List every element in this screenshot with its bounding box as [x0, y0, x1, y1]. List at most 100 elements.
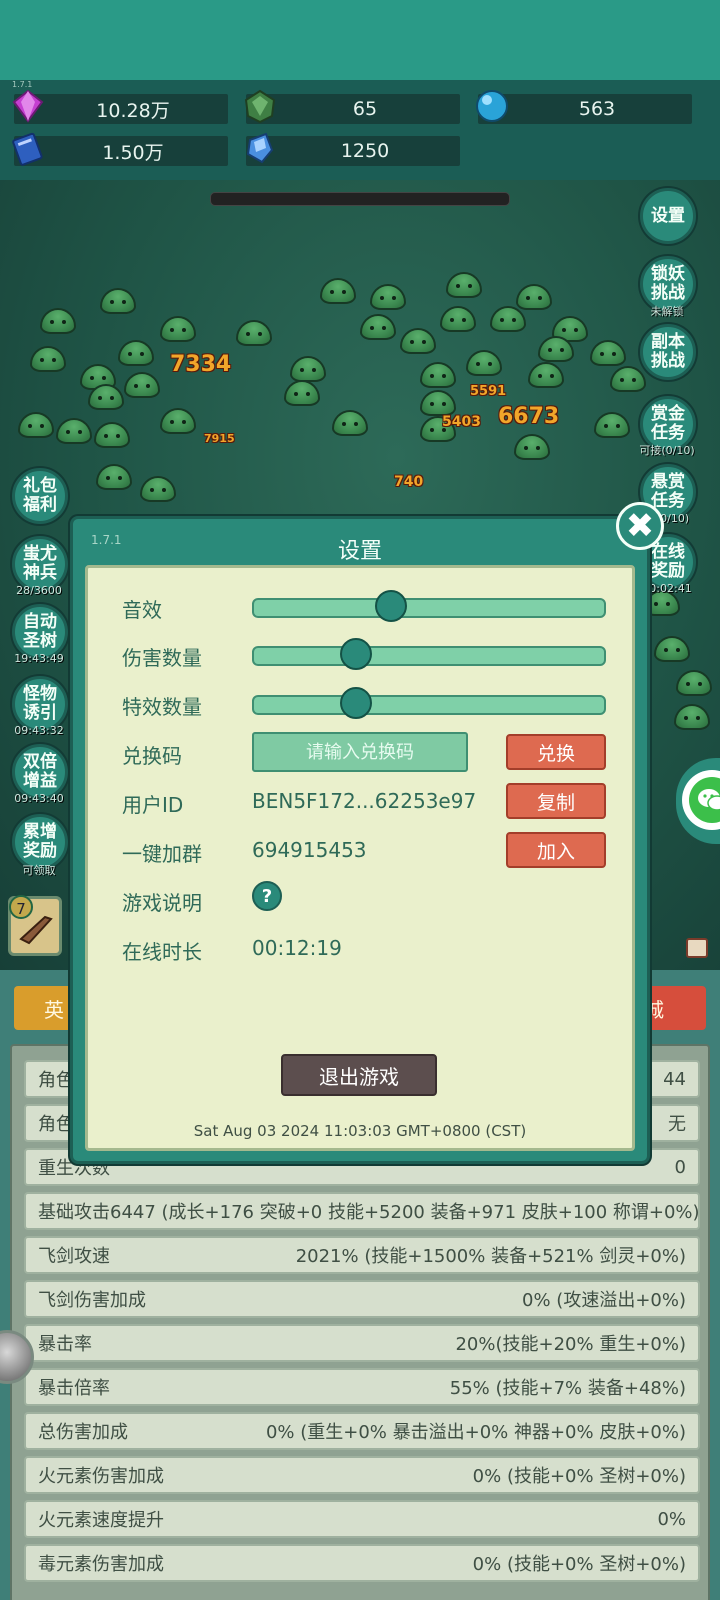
- slime-enemy: [446, 272, 482, 298]
- stat-label: 角色: [38, 1114, 74, 1135]
- slime-enemy: [160, 408, 196, 434]
- effects-count-slider-knob[interactable]: [339, 687, 372, 719]
- online-time-value: 00:12:19: [252, 936, 342, 960]
- slime-enemy: [160, 316, 196, 342]
- orb-icon: [476, 90, 508, 122]
- dungeon-challenge-button[interactable]: 副本 挑战: [640, 324, 696, 380]
- resource-panel: 1.7.1 10.28万 65 563 1.50万 1250: [0, 80, 720, 180]
- stat-row: 火元素伤害加成 0% (技能+0% 圣树+0%): [24, 1456, 700, 1494]
- chiyou-weapon-caption: 28/3600: [16, 584, 62, 597]
- slime-enemy: [56, 418, 92, 444]
- online-time-label: 在线时长: [122, 940, 202, 964]
- slime-enemy: [284, 380, 320, 406]
- slime-enemy: [590, 340, 626, 366]
- slime-enemy: [654, 636, 690, 662]
- damage-number: 7915: [204, 432, 235, 445]
- redeem-code-label: 兑换码: [122, 744, 182, 768]
- stat-label: 暴击率: [38, 1334, 92, 1355]
- damage-number: 5591: [470, 384, 507, 399]
- resource-crystal: 1250: [246, 132, 460, 166]
- timestamp-label: Sat Aug 03 2024 11:03:03 GMT+0800 (CST): [193, 1122, 527, 1140]
- join-button[interactable]: 加入: [506, 832, 606, 868]
- stat-row: 飞剑攻速 2021% (技能+1500% 装备+521% 剑灵+0%): [24, 1236, 700, 1274]
- damage-number: 5403: [442, 414, 481, 430]
- slime-enemy: [236, 320, 272, 346]
- slime-enemy: [400, 328, 436, 354]
- settings-dialog: 1.7.1 设置 音效 伤害数量 特效数量 兑换码 兑换 用户ID BEN5F1…: [70, 516, 650, 1164]
- lock-demon-caption: 未解锁: [650, 305, 684, 318]
- item-slot[interactable]: 7: [8, 895, 62, 956]
- slime-enemy: [118, 340, 154, 366]
- tab-hero[interactable]: 英: [14, 986, 78, 1030]
- double-buff-caption: 09:43:40: [14, 792, 64, 805]
- stat-value: 2021% (技能+1500% 装备+521% 剑灵+0%): [295, 1246, 686, 1267]
- stat-label: 飞剑攻速: [38, 1246, 110, 1267]
- slime-enemy: [96, 464, 132, 490]
- stone-icon: [244, 89, 276, 124]
- slime-enemy: [514, 434, 550, 460]
- slime-enemy: [290, 356, 326, 382]
- effects-count-slider[interactable]: [252, 687, 606, 719]
- stat-value: 无: [668, 1114, 686, 1135]
- monster-lure-caption: 09:43:32: [14, 724, 64, 737]
- stat-label: 毒元素伤害加成: [38, 1554, 164, 1575]
- join-group-label: 一键加群: [122, 842, 202, 866]
- resource-stone-value: 65: [352, 98, 378, 120]
- boss-progress-bar: [210, 192, 510, 206]
- sound-label: 音效: [122, 598, 162, 622]
- slime-enemy: [420, 390, 456, 416]
- damage-count-label: 伤害数量: [122, 646, 202, 670]
- slime-enemy: [440, 306, 476, 332]
- bounty-task-caption: 可接(0/10): [639, 444, 695, 457]
- damage-count-slider-knob[interactable]: [339, 638, 372, 670]
- wechat-circle: [682, 770, 720, 830]
- sound-slider-knob[interactable]: [374, 590, 407, 622]
- gift-pack-button[interactable]: 礼包 福利: [12, 468, 68, 524]
- stat-row: 基础攻击6447 (成长+176 突破+0 技能+5200 装备+971 皮肤+…: [24, 1192, 700, 1230]
- stat-label: 飞剑伤害加成: [38, 1290, 146, 1311]
- auto-tree-caption: 19:43:49: [14, 652, 64, 665]
- slime-enemy: [332, 410, 368, 436]
- stat-label: 火元素速度提升: [38, 1510, 164, 1531]
- slime-enemy: [674, 704, 710, 730]
- stat-row: 暴击倍率 55% (技能+7% 装备+48%): [24, 1368, 700, 1406]
- copy-button[interactable]: 复制: [506, 783, 606, 819]
- stat-value: 0%: [657, 1508, 686, 1530]
- settings-content: 音效 伤害数量 特效数量 兑换码 兑换 用户ID BEN5F172...6225…: [85, 565, 635, 1151]
- sound-slider[interactable]: [252, 590, 606, 622]
- stat-row: 毒元素伤害加成 0% (技能+0% 圣树+0%): [24, 1544, 700, 1582]
- cumulative-reward-caption: 可领取: [22, 864, 56, 877]
- user-id-label: 用户ID: [122, 793, 184, 817]
- effects-count-label: 特效数量: [122, 695, 202, 719]
- stat-row: 火元素速度提升 0%: [24, 1500, 700, 1538]
- resource-crystal-value: 1250: [340, 140, 390, 162]
- join-group-value: 694915453: [252, 838, 367, 862]
- slime-enemy: [18, 412, 54, 438]
- stat-value: 0: [674, 1156, 686, 1178]
- slime-enemy: [516, 284, 552, 310]
- stat-value: 0% (重生+0% 暴击溢出+0% 神器+0% 皮肤+0%): [265, 1422, 686, 1443]
- game-help-label: 游戏说明: [122, 891, 202, 915]
- close-icon[interactable]: ✖: [616, 502, 664, 550]
- damage-count-slider[interactable]: [252, 638, 606, 670]
- damage-number: 7334: [170, 352, 232, 377]
- resource-gems: 10.28万: [12, 89, 228, 124]
- book-icon: [12, 132, 43, 166]
- stat-label: 基础攻击6447 (成长+176 突破+0 技能+5200 装备+971 皮肤+…: [38, 1202, 700, 1223]
- settings-button[interactable]: 设置: [640, 188, 696, 244]
- stat-value: 20%(技能+20% 重生+0%): [455, 1334, 686, 1355]
- slime-enemy: [94, 422, 130, 448]
- redeem-code-input[interactable]: [252, 732, 468, 772]
- damage-number: 740: [394, 474, 424, 490]
- stat-row: 总伤害加成 0% (重生+0% 暴击溢出+0% 神器+0% 皮肤+0%): [24, 1412, 700, 1450]
- resource-stone: 65: [244, 89, 460, 124]
- stat-label: 火元素伤害加成: [38, 1466, 164, 1487]
- user-id-value: BEN5F172...62253e97: [252, 789, 477, 813]
- gem-icon: [12, 89, 44, 123]
- stat-row: 暴击率 20%(技能+20% 重生+0%): [24, 1324, 700, 1362]
- help-icon[interactable]: ?: [252, 881, 282, 911]
- resource-orb: 563: [476, 90, 692, 124]
- exit-game-button[interactable]: 退出游戏: [281, 1054, 437, 1096]
- chest-icon[interactable]: [686, 938, 708, 958]
- redeem-button[interactable]: 兑换: [506, 734, 606, 770]
